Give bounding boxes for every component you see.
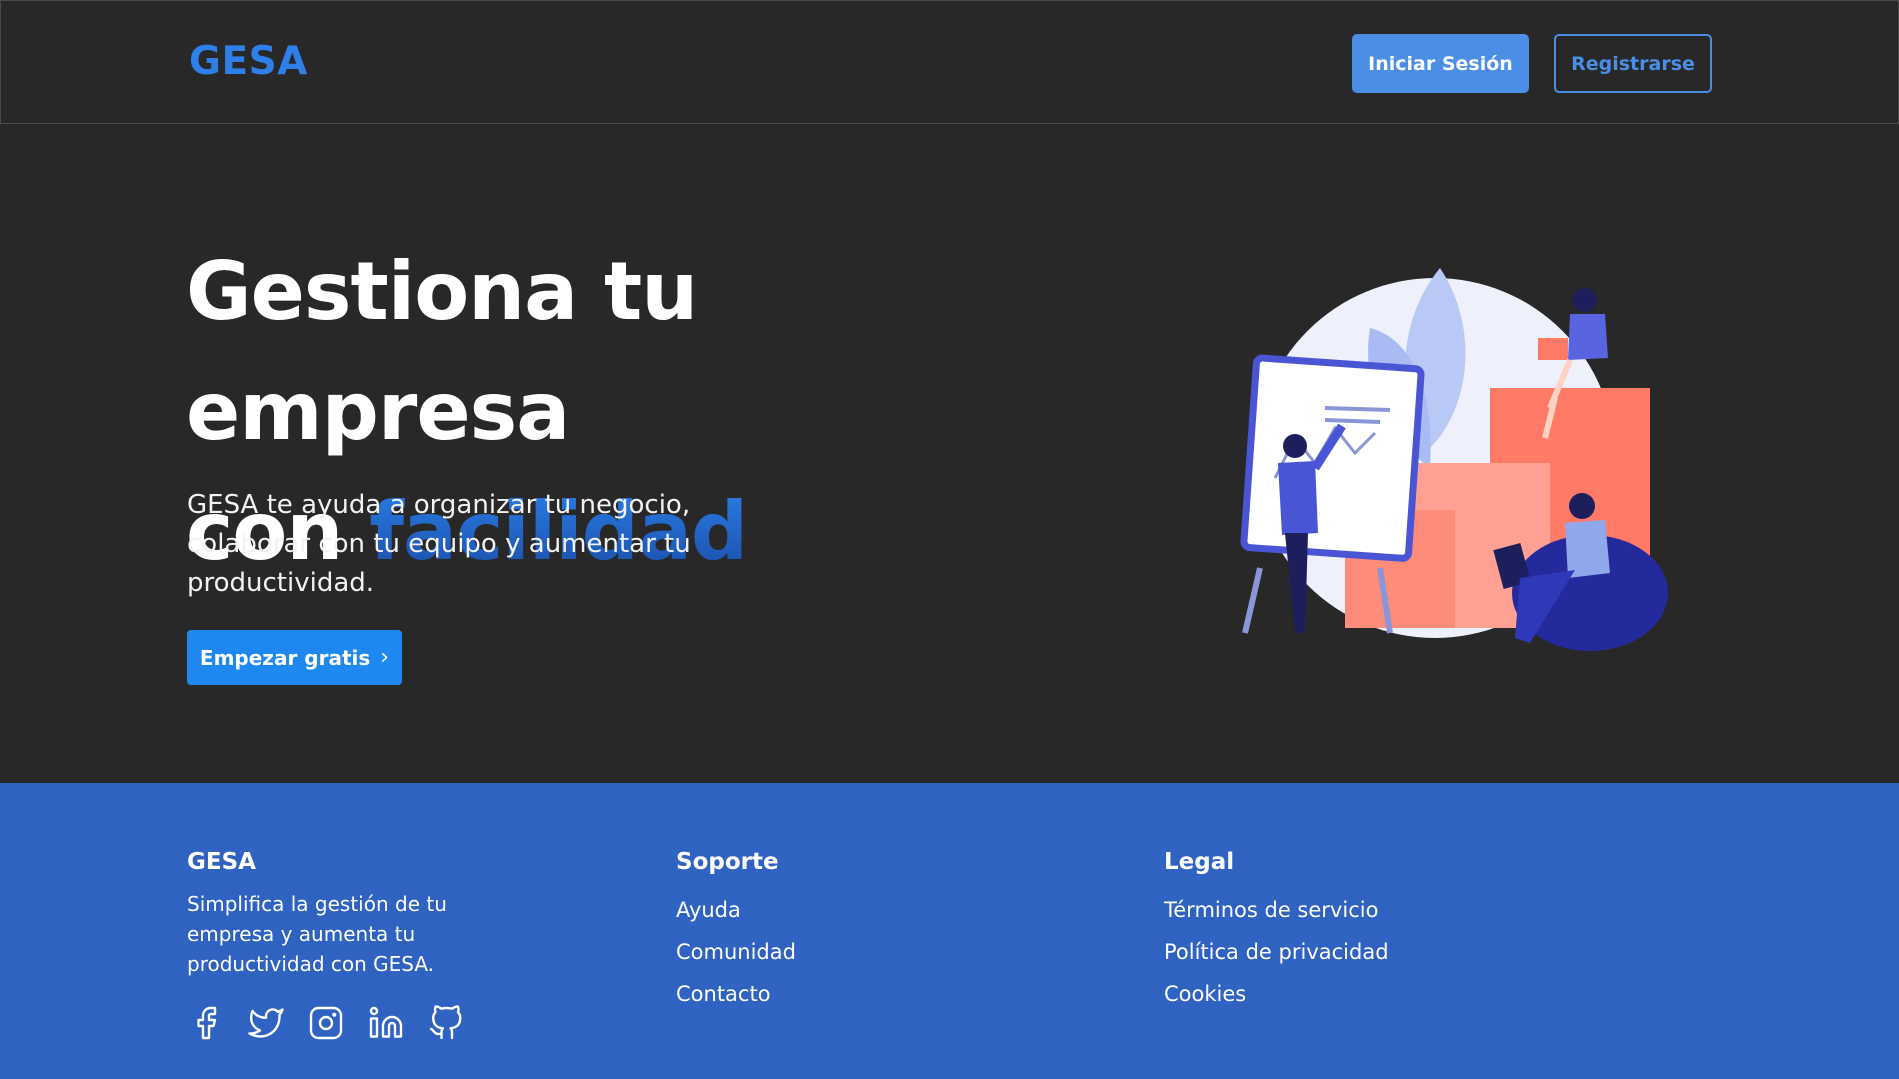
hero-title-line1: Gestiona tu empresa bbox=[186, 245, 698, 458]
person-legs bbox=[1285, 533, 1308, 633]
chevron-right-icon: › bbox=[380, 645, 390, 670]
footer-brand-column: GESA Simplifica la gestión de tu empresa… bbox=[187, 849, 487, 979]
footer: GESA Simplifica la gestión de tu empresa… bbox=[0, 783, 1899, 1079]
person-head bbox=[1283, 434, 1307, 458]
board-leg bbox=[1242, 567, 1263, 634]
person-body bbox=[1568, 314, 1608, 360]
footer-support-links: Ayuda Comunidad Contacto bbox=[676, 889, 796, 1015]
footer-link-contacto[interactable]: Contacto bbox=[676, 973, 796, 1015]
footer-brand-title: GESA bbox=[187, 849, 256, 875]
footer-link-comunidad[interactable]: Comunidad bbox=[676, 931, 796, 973]
footer-link-terminos[interactable]: Términos de servicio bbox=[1164, 889, 1389, 931]
person-head bbox=[1573, 288, 1597, 312]
footer-link-privacidad[interactable]: Política de privacidad bbox=[1164, 931, 1389, 973]
footer-support-column: Soporte Ayuda Comunidad Contacto bbox=[676, 849, 796, 1015]
person-head bbox=[1569, 493, 1595, 519]
person-body bbox=[1565, 520, 1610, 578]
hero-illustration bbox=[1240, 268, 1668, 651]
footer-brand-text: Simplifica la gestión de tu empresa y au… bbox=[187, 892, 447, 976]
register-button[interactable]: Registrarse bbox=[1554, 34, 1712, 93]
twitter-icon[interactable] bbox=[247, 1004, 285, 1042]
board-line bbox=[1324, 418, 1381, 424]
github-icon[interactable] bbox=[427, 1004, 465, 1042]
footer-link-cookies[interactable]: Cookies bbox=[1164, 973, 1389, 1015]
facebook-icon[interactable] bbox=[187, 1004, 225, 1042]
whiteboard bbox=[1240, 354, 1425, 562]
top-navbar: GESA Iniciar Sesión Registrarse bbox=[0, 0, 1899, 124]
start-free-label: Empezar gratis bbox=[199, 645, 371, 670]
laptop-shape bbox=[1538, 338, 1568, 360]
board-line bbox=[1324, 406, 1391, 412]
person-body bbox=[1278, 461, 1318, 535]
footer-link-ayuda[interactable]: Ayuda bbox=[676, 889, 796, 931]
footer-legal-column: Legal Términos de servicio Política de p… bbox=[1164, 849, 1389, 1015]
instagram-icon[interactable] bbox=[307, 1004, 345, 1042]
footer-legal-title: Legal bbox=[1164, 849, 1235, 875]
linkedin-icon[interactable] bbox=[367, 1004, 405, 1042]
start-free-button[interactable]: Empezar gratis › bbox=[187, 630, 402, 685]
logo[interactable]: GESA bbox=[189, 39, 308, 84]
hero-description: GESA te ayuda a organizar tu negocio, co… bbox=[187, 490, 691, 598]
login-button[interactable]: Iniciar Sesión bbox=[1352, 34, 1529, 93]
footer-legal-links: Términos de servicio Política de privaci… bbox=[1164, 889, 1389, 1015]
footer-support-title: Soporte bbox=[676, 849, 779, 875]
social-links bbox=[187, 1004, 465, 1042]
